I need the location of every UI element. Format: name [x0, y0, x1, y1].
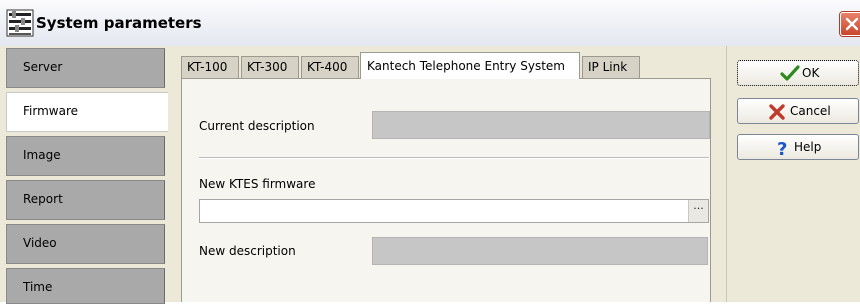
- tab-kantech-telephone-entry-system[interactable]: Kantech Telephone Entry System: [360, 52, 580, 79]
- window-title: System parameters: [36, 14, 202, 32]
- tab-kt-400[interactable]: KT-400: [301, 56, 359, 78]
- sidebar-item-label: Image: [23, 148, 61, 162]
- current-description-field: [372, 111, 710, 139]
- sidebar-item-time[interactable]: Time: [6, 268, 165, 304]
- x-icon: [769, 104, 785, 120]
- ok-label: OK: [802, 66, 820, 80]
- title-bar: System parameters: [0, 0, 860, 47]
- new-firmware-label: New KTES firmware: [199, 177, 316, 191]
- tab-kt-300[interactable]: KT-300: [241, 56, 299, 78]
- browse-button[interactable]: ···: [688, 200, 708, 222]
- tab-label: Kantech Telephone Entry System: [367, 59, 565, 73]
- close-icon: [845, 17, 859, 31]
- new-description-field: [372, 237, 708, 265]
- ok-button[interactable]: OK: [737, 60, 859, 86]
- system-parameters-icon: [6, 8, 34, 38]
- help-label: Help: [794, 140, 822, 154]
- sidebar-item-label: Server: [23, 60, 63, 74]
- cancel-label: Cancel: [790, 104, 831, 118]
- tab-label: KT-400: [307, 60, 348, 74]
- checkmark-icon: [780, 65, 800, 81]
- sidebar-item-label: Video: [23, 236, 57, 250]
- sidebar-item-video[interactable]: Video: [6, 224, 165, 264]
- sidebar-item-label: Firmware: [23, 104, 78, 118]
- section-divider: [199, 157, 709, 159]
- tab-label: KT-300: [247, 60, 288, 74]
- sidebar-item-firmware[interactable]: Firmware: [6, 92, 168, 132]
- tab-label: KT-100: [187, 60, 228, 74]
- help-button[interactable]: ? Help: [737, 134, 859, 160]
- button-column: OK Cancel ? Help: [726, 46, 860, 302]
- cancel-button[interactable]: Cancel: [737, 98, 859, 124]
- sidebar-item-label: Report: [23, 192, 63, 206]
- firmware-panel: KT-100 KT-300 KT-400 Kantech Telephone E…: [170, 46, 722, 302]
- current-description-label: Current description: [199, 119, 315, 133]
- sidebar-item-server[interactable]: Server: [6, 48, 165, 88]
- tab-label: IP Link: [588, 60, 628, 74]
- tab-kt-100[interactable]: KT-100: [181, 56, 239, 78]
- svg-text:?: ?: [777, 139, 787, 157]
- sidebar-item-image[interactable]: Image: [6, 136, 165, 176]
- sidebar-item-report[interactable]: Report: [6, 180, 165, 220]
- new-description-label: New description: [199, 244, 296, 258]
- tab-page-ktes: Current description New KTES firmware ··…: [181, 78, 711, 302]
- question-icon: ?: [777, 139, 787, 157]
- new-firmware-input[interactable]: ···: [199, 199, 709, 223]
- tab-ip-link[interactable]: IP Link: [582, 56, 640, 78]
- close-button[interactable]: [840, 12, 860, 36]
- sidebar-item-label: Time: [23, 280, 53, 294]
